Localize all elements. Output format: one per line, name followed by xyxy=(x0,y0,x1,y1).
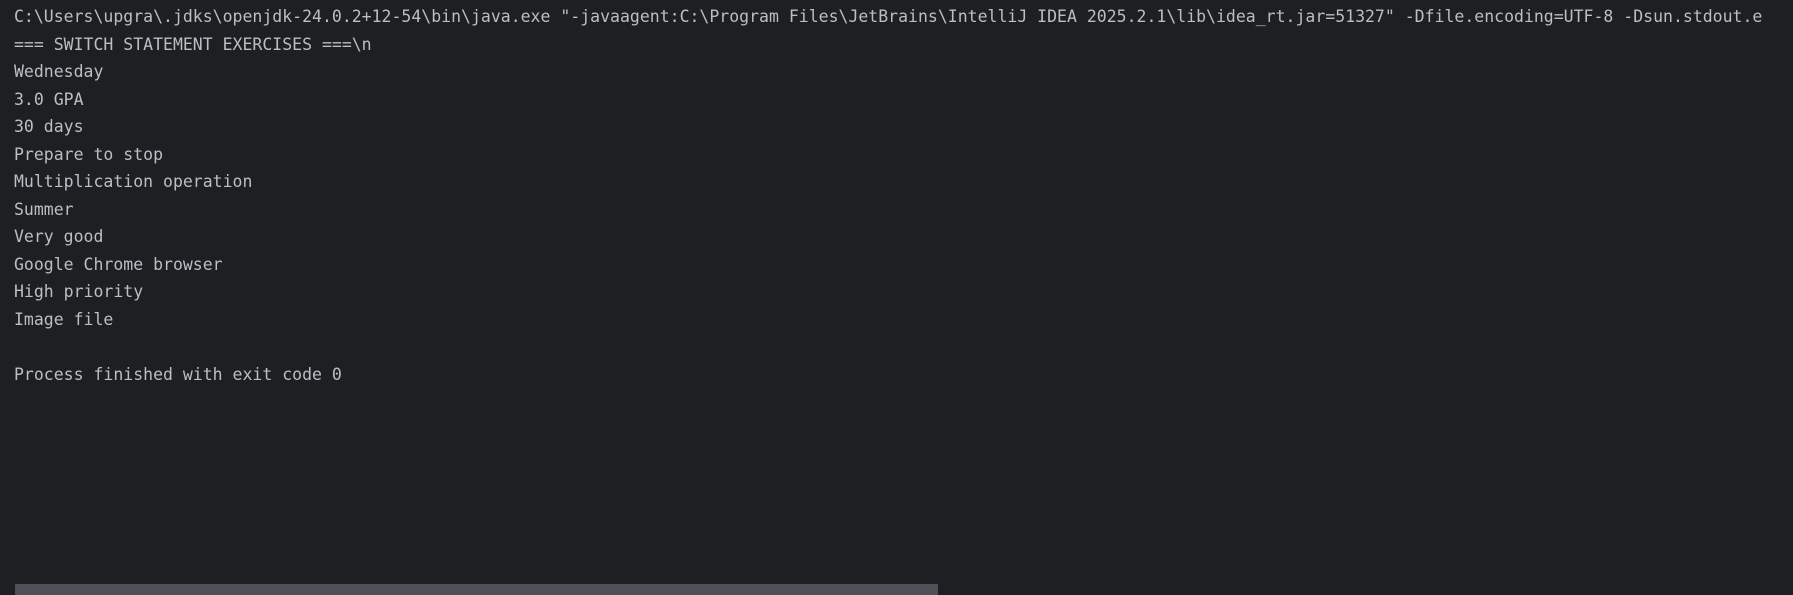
output-line: 3.0 GPA xyxy=(14,89,84,109)
command-line: C:\Users\upgra\.jdks\openjdk-24.0.2+12-5… xyxy=(14,7,1763,26)
horizontal-scrollbar-thumb[interactable] xyxy=(15,584,938,595)
vertical-scrollbar[interactable] xyxy=(1771,0,1793,595)
run-console[interactable]: C:\Users\upgra\.jdks\openjdk-24.0.2+12-5… xyxy=(0,0,1793,595)
output-line: Prepare to stop xyxy=(14,144,164,164)
output-line: Google Chrome browser xyxy=(14,254,223,274)
output-line: Very good xyxy=(14,227,104,246)
output-line: Multiplication operation xyxy=(14,172,253,191)
console-output[interactable]: C:\Users\upgra\.jdks\openjdk-24.0.2+12-5… xyxy=(14,3,1767,388)
output-line: Summer xyxy=(14,199,74,219)
output-line-header: === SWITCH STATEMENT EXERCISES ===\n xyxy=(14,34,372,54)
output-line: High priority xyxy=(14,282,144,301)
output-line: Wednesday xyxy=(14,62,104,81)
output-line: Image file xyxy=(14,309,114,329)
process-exit-message: Process finished with exit code 0 xyxy=(14,364,342,384)
output-line: 30 days xyxy=(14,117,84,136)
